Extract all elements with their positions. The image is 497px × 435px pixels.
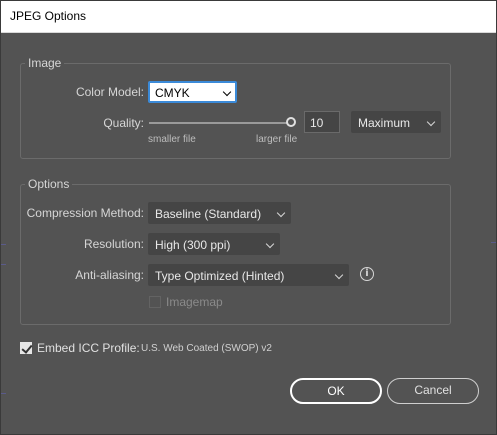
backdrop-line (1, 264, 6, 265)
quality-value-input[interactable]: 10 (304, 111, 340, 133)
chevron-down-icon (265, 239, 275, 249)
anti-aliasing-dropdown[interactable]: Type Optimized (Hinted) (148, 264, 349, 286)
window-title: JPEG Options (10, 9, 87, 23)
backdrop-line (491, 242, 496, 243)
color-model-dropdown[interactable]: CMYK (148, 81, 237, 103)
resolution-value: High (300 ppi) (155, 238, 231, 252)
imagemap-label: Imagemap (166, 295, 223, 309)
anti-aliasing-label: Anti-aliasing: (75, 268, 144, 282)
color-model-value: CMYK (155, 86, 190, 100)
icc-profile-name: U.S. Web Coated (SWOP) v2 (141, 343, 272, 354)
title-bar[interactable]: JPEG Options (1, 1, 496, 33)
chevron-down-icon (222, 87, 232, 97)
quality-max-label: larger file (256, 134, 298, 145)
ok-button[interactable]: OK (290, 378, 382, 404)
compression-value: Baseline (Standard) (155, 207, 262, 221)
quality-slider-thumb[interactable] (286, 117, 296, 127)
backdrop-line (1, 244, 6, 245)
backdrop-line (1, 393, 6, 394)
chevron-down-icon (276, 208, 286, 218)
quality-value: 10 (310, 116, 324, 130)
embed-icc-checkbox[interactable] (20, 342, 32, 354)
compression-dropdown[interactable]: Baseline (Standard) (148, 202, 291, 224)
chevron-down-icon (334, 270, 344, 280)
image-group-label: Image (25, 56, 65, 70)
info-icon[interactable]: i (360, 267, 374, 281)
quality-min-label: smaller file (148, 134, 196, 145)
imagemap-checkbox[interactable] (149, 296, 161, 308)
quality-preset-value: Maximum (358, 116, 411, 130)
resolution-dropdown[interactable]: High (300 ppi) (148, 233, 280, 255)
color-model-label: Color Model: (75, 85, 144, 99)
anti-aliasing-value: Type Optimized (Hinted) (155, 269, 285, 283)
options-group-label: Options (25, 177, 73, 191)
cancel-button[interactable]: Cancel (387, 378, 479, 404)
embed-icc-label: Embed ICC Profile: (37, 341, 140, 355)
jpeg-options-dialog: JPEG Options Image Color Model: CMYK Qua… (0, 0, 497, 435)
quality-slider-track[interactable] (149, 122, 287, 124)
compression-label: Compression Method: (26, 206, 144, 220)
resolution-label: Resolution: (83, 237, 144, 251)
quality-label: Quality: (103, 116, 144, 130)
quality-preset-dropdown[interactable]: Maximum (351, 111, 441, 133)
chevron-down-icon (426, 117, 436, 127)
